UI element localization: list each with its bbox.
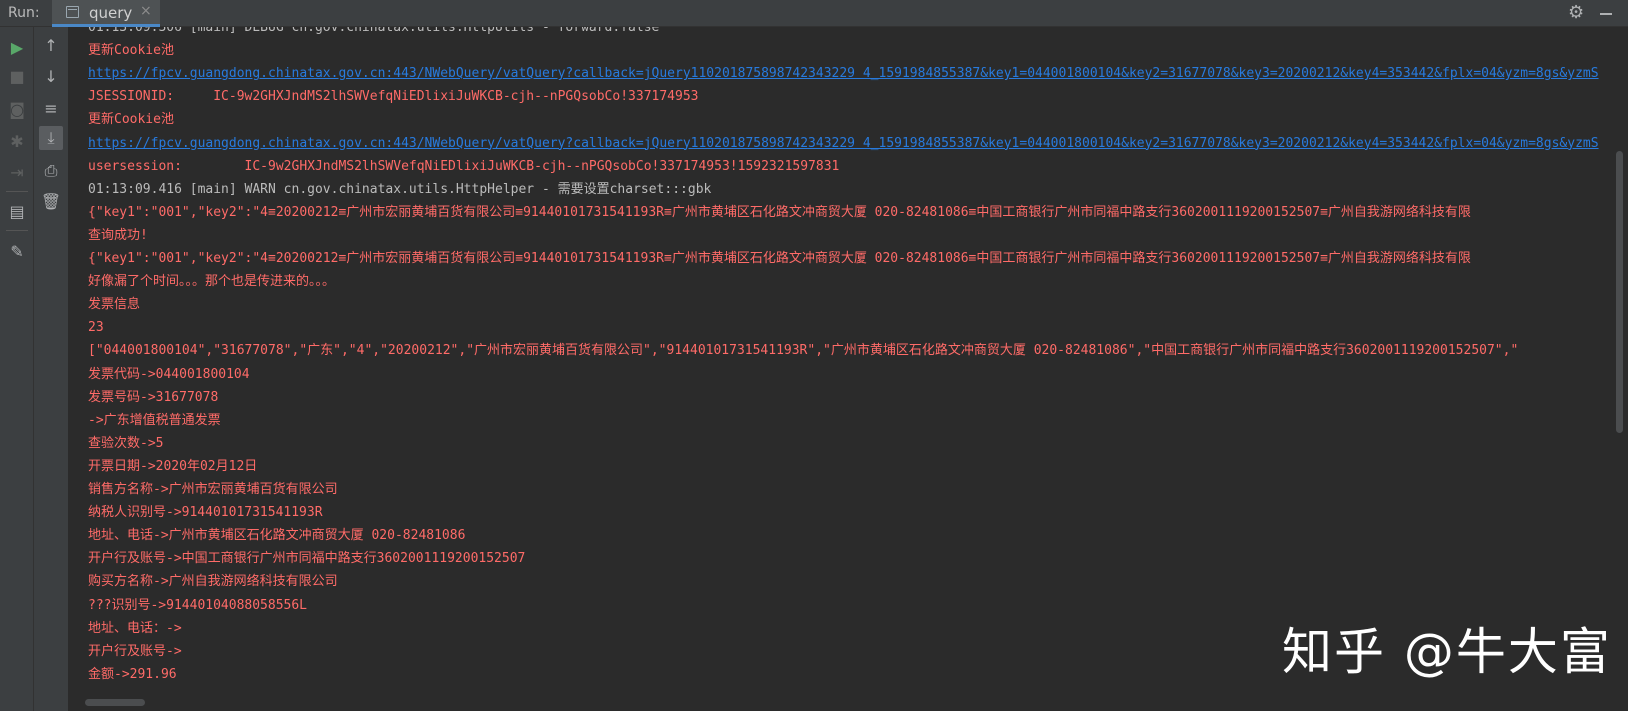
console-line: 金额->291.96: [88, 666, 177, 682]
run-icon[interactable]: ▶: [5, 35, 29, 59]
console-line: 纳税人识别号->91440101731541193R: [88, 505, 323, 521]
console-line: ["044001800104","31677078","广东","4","202…: [88, 343, 1519, 359]
console-line: 发票代码->044001800104: [88, 366, 250, 382]
horizontal-scrollbar[interactable]: [69, 695, 1612, 711]
console-line: JSESSIONID: IC-9w2GHXJndMS2lhSWVefqNiEDl…: [88, 89, 699, 105]
soft-wrap-icon[interactable]: ≡: [39, 96, 63, 120]
console-link[interactable]: https://fpcv.guangdong.chinatax.gov.cn:4…: [88, 62, 1599, 85]
watermark: 知乎 @牛大富: [1282, 623, 1612, 681]
console-line: ->广东增值税普通发票: [88, 412, 221, 428]
scrollbar-thumb[interactable]: [1616, 151, 1623, 433]
console-line: 开户行及账号->: [88, 643, 182, 659]
tab-label: query: [89, 4, 133, 22]
print-icon[interactable]: ⎙: [39, 159, 63, 183]
gear-icon[interactable]: ⚙: [1568, 2, 1584, 23]
debug-icon[interactable]: ✱: [5, 129, 29, 153]
window-icon: [66, 6, 79, 18]
console-line: 好像漏了个时间。。。那个也是传进来的。。。: [88, 274, 336, 290]
divider: [6, 191, 28, 192]
console-line: 销售方名称->广州市宏丽黄埔百货有限公司: [88, 482, 338, 497]
divider: [6, 230, 28, 231]
console-line: 查询成功!: [88, 227, 148, 243]
up-icon[interactable]: ↑: [39, 33, 63, 57]
console-line: 发票号码->31677078: [88, 389, 219, 405]
down-icon[interactable]: ↓: [39, 64, 63, 88]
vertical-scrollbar[interactable]: [1612, 27, 1628, 695]
run-toolbar: Run: query × ⚙: [0, 0, 1628, 27]
console-line: 查验次数->5: [88, 435, 164, 451]
exit-icon[interactable]: ⇥: [5, 160, 29, 184]
scroll-to-end-icon[interactable]: ⤓: [39, 126, 63, 150]
stop-icon[interactable]: ■: [5, 64, 29, 88]
console-actions-gutter: ↑ ↓ ≡ ⤓ ⎙ 🗑: [34, 27, 69, 711]
camera-icon[interactable]: ◙: [5, 97, 29, 121]
console-line: {"key1":"001","key2":"4≡20200212≡广州市宏丽黄埔…: [88, 251, 1471, 266]
run-actions-gutter: ▶ ■ ◙ ✱ ⇥ ▤ ✎: [0, 27, 34, 711]
minimize-icon[interactable]: [1600, 13, 1612, 15]
console-line: usersession: IC-9w2GHXJndMS2lhSWVefqNiED…: [88, 158, 840, 174]
console-line: 更新Cookie池: [88, 112, 174, 128]
console-line: 开户行及账号->中国工商银行广州市同福中路支行36020011192001525…: [88, 551, 526, 567]
console-line: 发票信息: [88, 297, 141, 313]
console-line: 更新Cookie池: [88, 43, 174, 59]
console-line: {"key1":"001","key2":"4≡20200212≡广州市宏丽黄埔…: [88, 204, 1471, 220]
close-icon[interactable]: ×: [140, 3, 152, 19]
pin-icon[interactable]: ✎: [5, 239, 29, 263]
console-line: 地址、电话：->: [88, 620, 182, 636]
console-line: 购买方名称->广州自我游网络科技有限公司: [88, 574, 338, 590]
tab-query[interactable]: query ×: [52, 0, 160, 27]
console-line: 01:13:09.416 [main] WARN cn.gov.chinatax…: [88, 181, 712, 197]
console-line: 23: [88, 320, 104, 336]
trash-icon[interactable]: 🗑: [39, 189, 63, 213]
scrollbar-thumb[interactable]: [85, 699, 145, 706]
console-line: 01:13:09.306 [main] DEBUG cn.gov.chinata…: [88, 27, 660, 35]
run-label: Run:: [8, 5, 40, 21]
layout-icon[interactable]: ▤: [5, 199, 29, 223]
console-line: 地址、电话->广州市黄埔区石化路文冲商贸大厦 020-82481086: [88, 528, 466, 544]
console-line: 开票日期->2020年02月12日: [88, 458, 258, 474]
console-output[interactable]: 01:13:09.306 [main] DEBUG cn.gov.chinata…: [69, 27, 1611, 695]
console-link[interactable]: https://fpcv.guangdong.chinatax.gov.cn:4…: [88, 132, 1599, 155]
console-line: ???识别号->91440104088058556L: [88, 597, 308, 613]
